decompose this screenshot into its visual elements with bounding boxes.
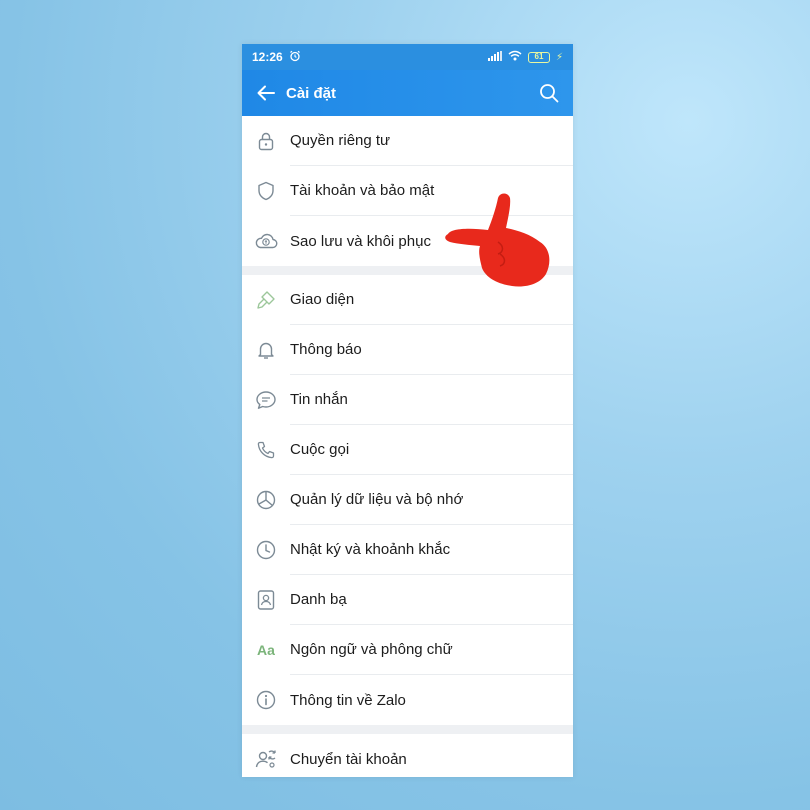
switch-account-icon [242, 734, 290, 777]
wifi-icon [508, 50, 522, 64]
settings-item-label: Chuyển tài khoản [290, 750, 407, 768]
app-bar: Cài đặt [242, 70, 573, 116]
cloud-backup-icon [242, 216, 290, 266]
contact-card-icon [242, 575, 290, 625]
settings-item-label: Thông tin về Zalo [290, 691, 406, 709]
lock-icon [242, 116, 290, 166]
battery-indicator: 61 [527, 51, 550, 63]
settings-item-notifications[interactable]: Thông báo [242, 325, 573, 375]
settings-item-data-storage[interactable]: Quản lý dữ liệu và bộ nhớ [242, 475, 573, 525]
settings-item-label: Cuộc gọi [290, 425, 573, 475]
page-title: Cài đặt [286, 84, 337, 102]
font-aa-icon: Aa [242, 625, 290, 675]
settings-item-about-zalo[interactable]: Thông tin về Zalo [242, 675, 573, 725]
settings-item-calls[interactable]: Cuộc gọi [242, 425, 573, 475]
settings-item-timeline[interactable]: Nhật ký và khoảnh khắc [242, 525, 573, 575]
settings-item-contacts[interactable]: Danh bạ [242, 575, 573, 625]
alarm-icon [289, 50, 301, 65]
settings-item-language-font[interactable]: Aa Ngôn ngữ và phông chữ [242, 625, 573, 675]
settings-item-messages[interactable]: Tin nhắn [242, 375, 573, 425]
chat-bubble-icon [242, 375, 290, 425]
settings-item-label: Ngôn ngữ và phông chữ [290, 625, 573, 675]
section-divider [242, 725, 573, 734]
shield-icon [242, 166, 290, 216]
info-icon [242, 675, 290, 725]
search-icon[interactable] [533, 77, 565, 109]
settings-item-privacy[interactable]: Quyền riêng tư [242, 116, 573, 166]
pie-chart-icon [242, 475, 290, 525]
back-arrow-icon[interactable] [250, 77, 282, 109]
pointing-hand-icon [445, 193, 550, 287]
status-time: 12:26 [252, 50, 283, 64]
clock-icon [242, 525, 290, 575]
settings-item-label: Quản lý dữ liệu và bộ nhớ [290, 475, 573, 525]
settings-item-label: Nhật ký và khoảnh khắc [290, 525, 573, 575]
settings-item-label: Tin nhắn [290, 375, 573, 425]
settings-item-label: Quyền riêng tư [290, 116, 573, 166]
phone-screen: 12:26 61 ⚡ Cài đặt Quyền riêng tư Tài kh… [242, 44, 573, 777]
font-aa-glyph: Aa [257, 642, 275, 658]
signal-icon [487, 50, 502, 64]
settings-item-switch-account[interactable]: Chuyển tài khoản [242, 734, 573, 777]
settings-item-label: Thông báo [290, 325, 573, 375]
paint-brush-icon [242, 275, 290, 325]
bell-icon [242, 325, 290, 375]
settings-item-label: Danh bạ [290, 575, 573, 625]
status-bar: 12:26 61 ⚡ [242, 44, 573, 70]
phone-icon [242, 425, 290, 475]
charging-icon: ⚡ [555, 51, 563, 63]
